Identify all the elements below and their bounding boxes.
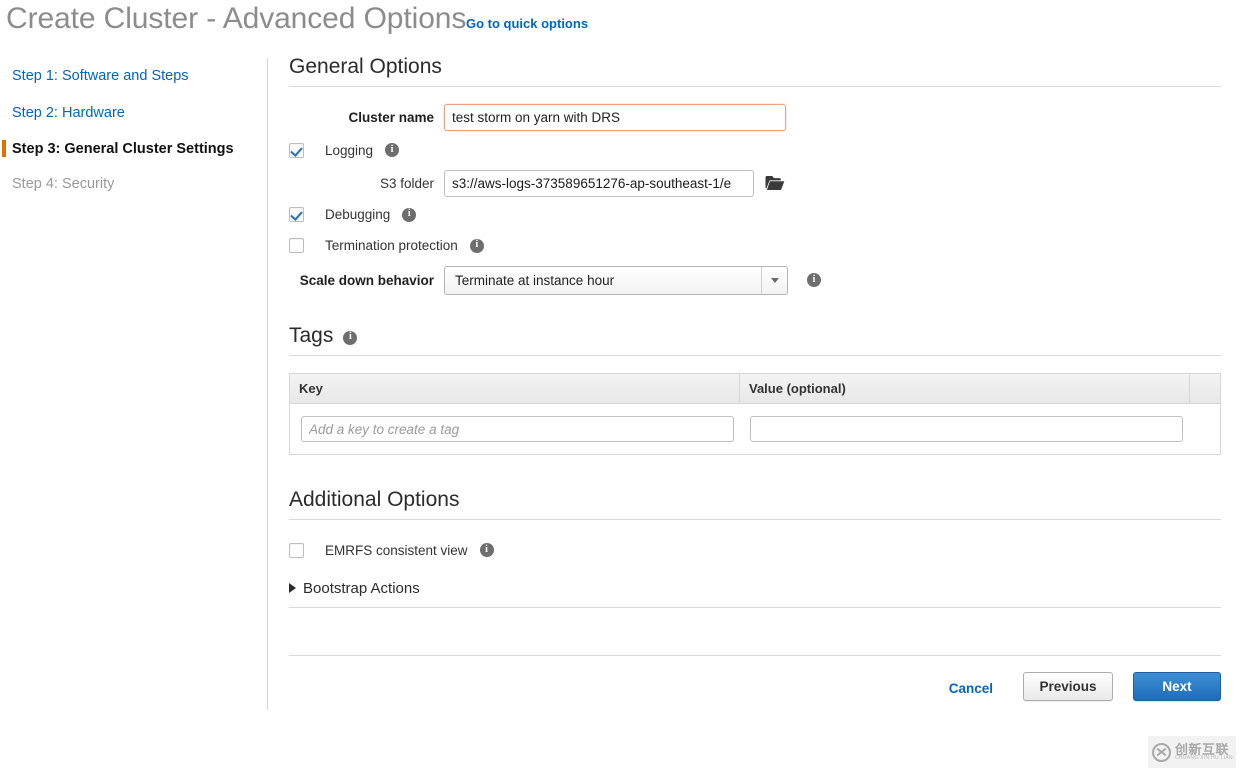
s3-folder-label: S3 folder	[379, 175, 434, 191]
bootstrap-actions-label: Bootstrap Actions	[303, 579, 420, 597]
debugging-info-icon[interactable]: i	[402, 207, 417, 222]
debugging-info-glyph: i	[407, 208, 411, 219]
sidebar-item-step-1[interactable]: Step 1: Software and Steps	[12, 68, 189, 84]
debugging-row: Debugging i	[289, 199, 1221, 230]
tags-column-actions	[1190, 374, 1220, 403]
scale-down-behavior-value: Terminate at instance hour	[455, 272, 615, 288]
tags-rule	[289, 355, 1221, 356]
logging-label: Logging	[325, 142, 374, 158]
sidebar-divider	[267, 58, 268, 710]
footer-rule	[289, 655, 1221, 656]
watermark-cn: 创新互联	[1175, 741, 1230, 757]
termination-protection-checkbox[interactable]	[289, 238, 304, 253]
scale-down-behavior-select[interactable]: Terminate at instance hour	[444, 265, 788, 295]
termination-protection-info-icon[interactable]: i	[469, 238, 484, 253]
tags-heading-row: Tags i	[289, 324, 1221, 348]
steps-sidebar: Step 1: Software and Steps Step 2: Hardw…	[0, 58, 268, 710]
watermark-logo-icon	[1152, 742, 1171, 762]
debugging-label: Debugging	[325, 207, 391, 222]
emrfs-consistent-view-row: EMRFS consistent view i	[289, 534, 1221, 566]
sidebar-item-step-2[interactable]: Step 2: Hardware	[12, 105, 125, 121]
cluster-name-row: Cluster name	[289, 101, 1221, 133]
scale-down-behavior-row: Scale down behavior Terminate at instanc…	[289, 261, 1221, 299]
page-title: Create Cluster - Advanced Options	[6, 2, 467, 35]
general-options-heading: General Options	[289, 55, 442, 78]
additional-options-heading: Additional Options	[289, 488, 460, 511]
emrfs-consistent-view-label: EMRFS consistent view	[325, 542, 468, 558]
s3-folder-input[interactable]	[444, 169, 754, 197]
tags-table-header: Key Value (optional)	[290, 374, 1220, 404]
tag-value-input[interactable]	[750, 416, 1183, 442]
tags-table: Key Value (optional)	[289, 373, 1221, 454]
main-content: General Options Cluster name Logging i S…	[289, 55, 1221, 656]
tags-column-key: Key	[290, 374, 740, 403]
tag-key-input[interactable]	[301, 416, 734, 442]
general-options-rule	[289, 86, 1221, 87]
next-button[interactable]: Next	[1133, 672, 1221, 701]
cluster-name-label: Cluster name	[348, 109, 434, 125]
tags-heading: Tags	[289, 324, 334, 347]
go-to-quick-options-link[interactable]: Go to quick options	[466, 16, 588, 31]
debugging-checkbox[interactable]	[289, 207, 304, 222]
chevron-right-icon	[289, 583, 296, 593]
additional-options-rule	[289, 519, 1221, 520]
s3-folder-row: S3 folder	[289, 167, 1221, 199]
tags-table-row	[290, 404, 1220, 454]
cluster-name-input[interactable]	[444, 103, 786, 131]
termination-protection-label: Termination protection	[325, 238, 458, 253]
termination-protection-row: Termination protection i	[289, 230, 1221, 261]
previous-button[interactable]: Previous	[1023, 672, 1113, 701]
tags-info-icon[interactable]: i	[343, 330, 358, 345]
logging-info-glyph: i	[390, 143, 394, 155]
emrfs-consistent-view-info-icon[interactable]: i	[479, 543, 494, 557]
scale-down-behavior-info-glyph: i	[812, 273, 816, 285]
cancel-button[interactable]: Cancel	[949, 681, 993, 696]
sidebar-item-step-3[interactable]: Step 3: General Cluster Settings	[12, 141, 234, 157]
folder-icon[interactable]	[765, 175, 785, 191]
watermark-text: 创新互联 CHUANG XIN HU LIAN	[1175, 741, 1233, 762]
sidebar-item-step-4: Step 4: Security	[12, 176, 115, 192]
chevron-down-icon[interactable]	[761, 266, 787, 294]
current-step-marker	[2, 140, 6, 157]
watermark: 创新互联 CHUANG XIN HU LIAN	[1148, 736, 1236, 768]
logging-checkbox[interactable]	[289, 142, 304, 158]
scale-down-behavior-info-icon[interactable]: i	[807, 273, 821, 287]
wizard-footer: Cancel Previous Next	[289, 672, 1221, 708]
emrfs-info-glyph: i	[485, 543, 488, 555]
scale-down-behavior-label: Scale down behavior	[299, 272, 434, 288]
bootstrap-actions-expander[interactable]: Bootstrap Actions	[289, 575, 1221, 601]
emrfs-consistent-view-checkbox[interactable]	[289, 542, 304, 558]
tags-column-value: Value (optional)	[740, 374, 1190, 403]
logging-info-icon[interactable]: i	[385, 143, 400, 157]
page-header: Create Cluster - Advanced Options Go to …	[0, 0, 1241, 52]
bootstrap-actions-rule	[289, 607, 1221, 608]
logging-row: Logging i	[289, 133, 1221, 167]
create-cluster-page: Create Cluster - Advanced Options Go to …	[0, 0, 1241, 776]
tags-info-glyph: i	[348, 331, 352, 342]
termination-protection-info-glyph: i	[475, 239, 479, 250]
watermark-pinyin: CHUANG XIN HU LIAN	[1175, 755, 1233, 762]
